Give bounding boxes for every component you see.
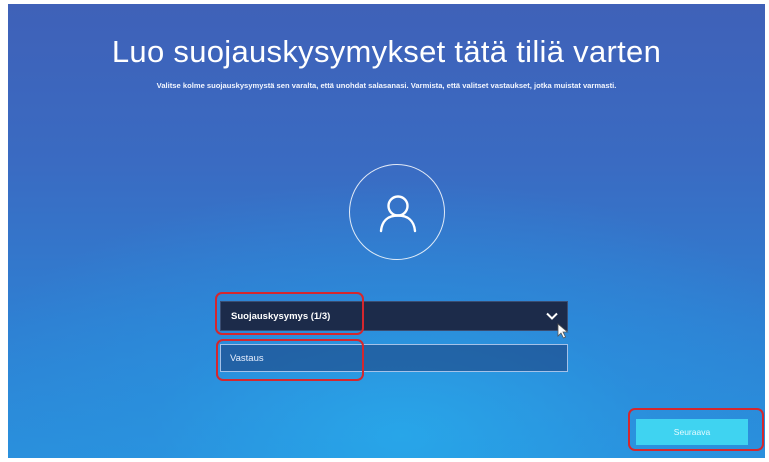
highlight-next-button xyxy=(628,408,764,451)
page-title: Luo suojauskysymykset tätä tiliä varten xyxy=(111,34,662,69)
person-icon xyxy=(379,195,417,233)
page-subtitle: Valitse kolme suojauskysymystä sen varal… xyxy=(156,81,617,90)
highlight-question-dropdown xyxy=(215,292,364,335)
highlight-answer-field xyxy=(216,339,364,381)
mouse-cursor-icon xyxy=(557,323,569,339)
chevron-down-icon xyxy=(546,312,558,320)
windows-setup-screen: Luo suojauskysymykset tätä tiliä varten … xyxy=(8,4,765,458)
user-avatar-icon xyxy=(349,164,445,260)
